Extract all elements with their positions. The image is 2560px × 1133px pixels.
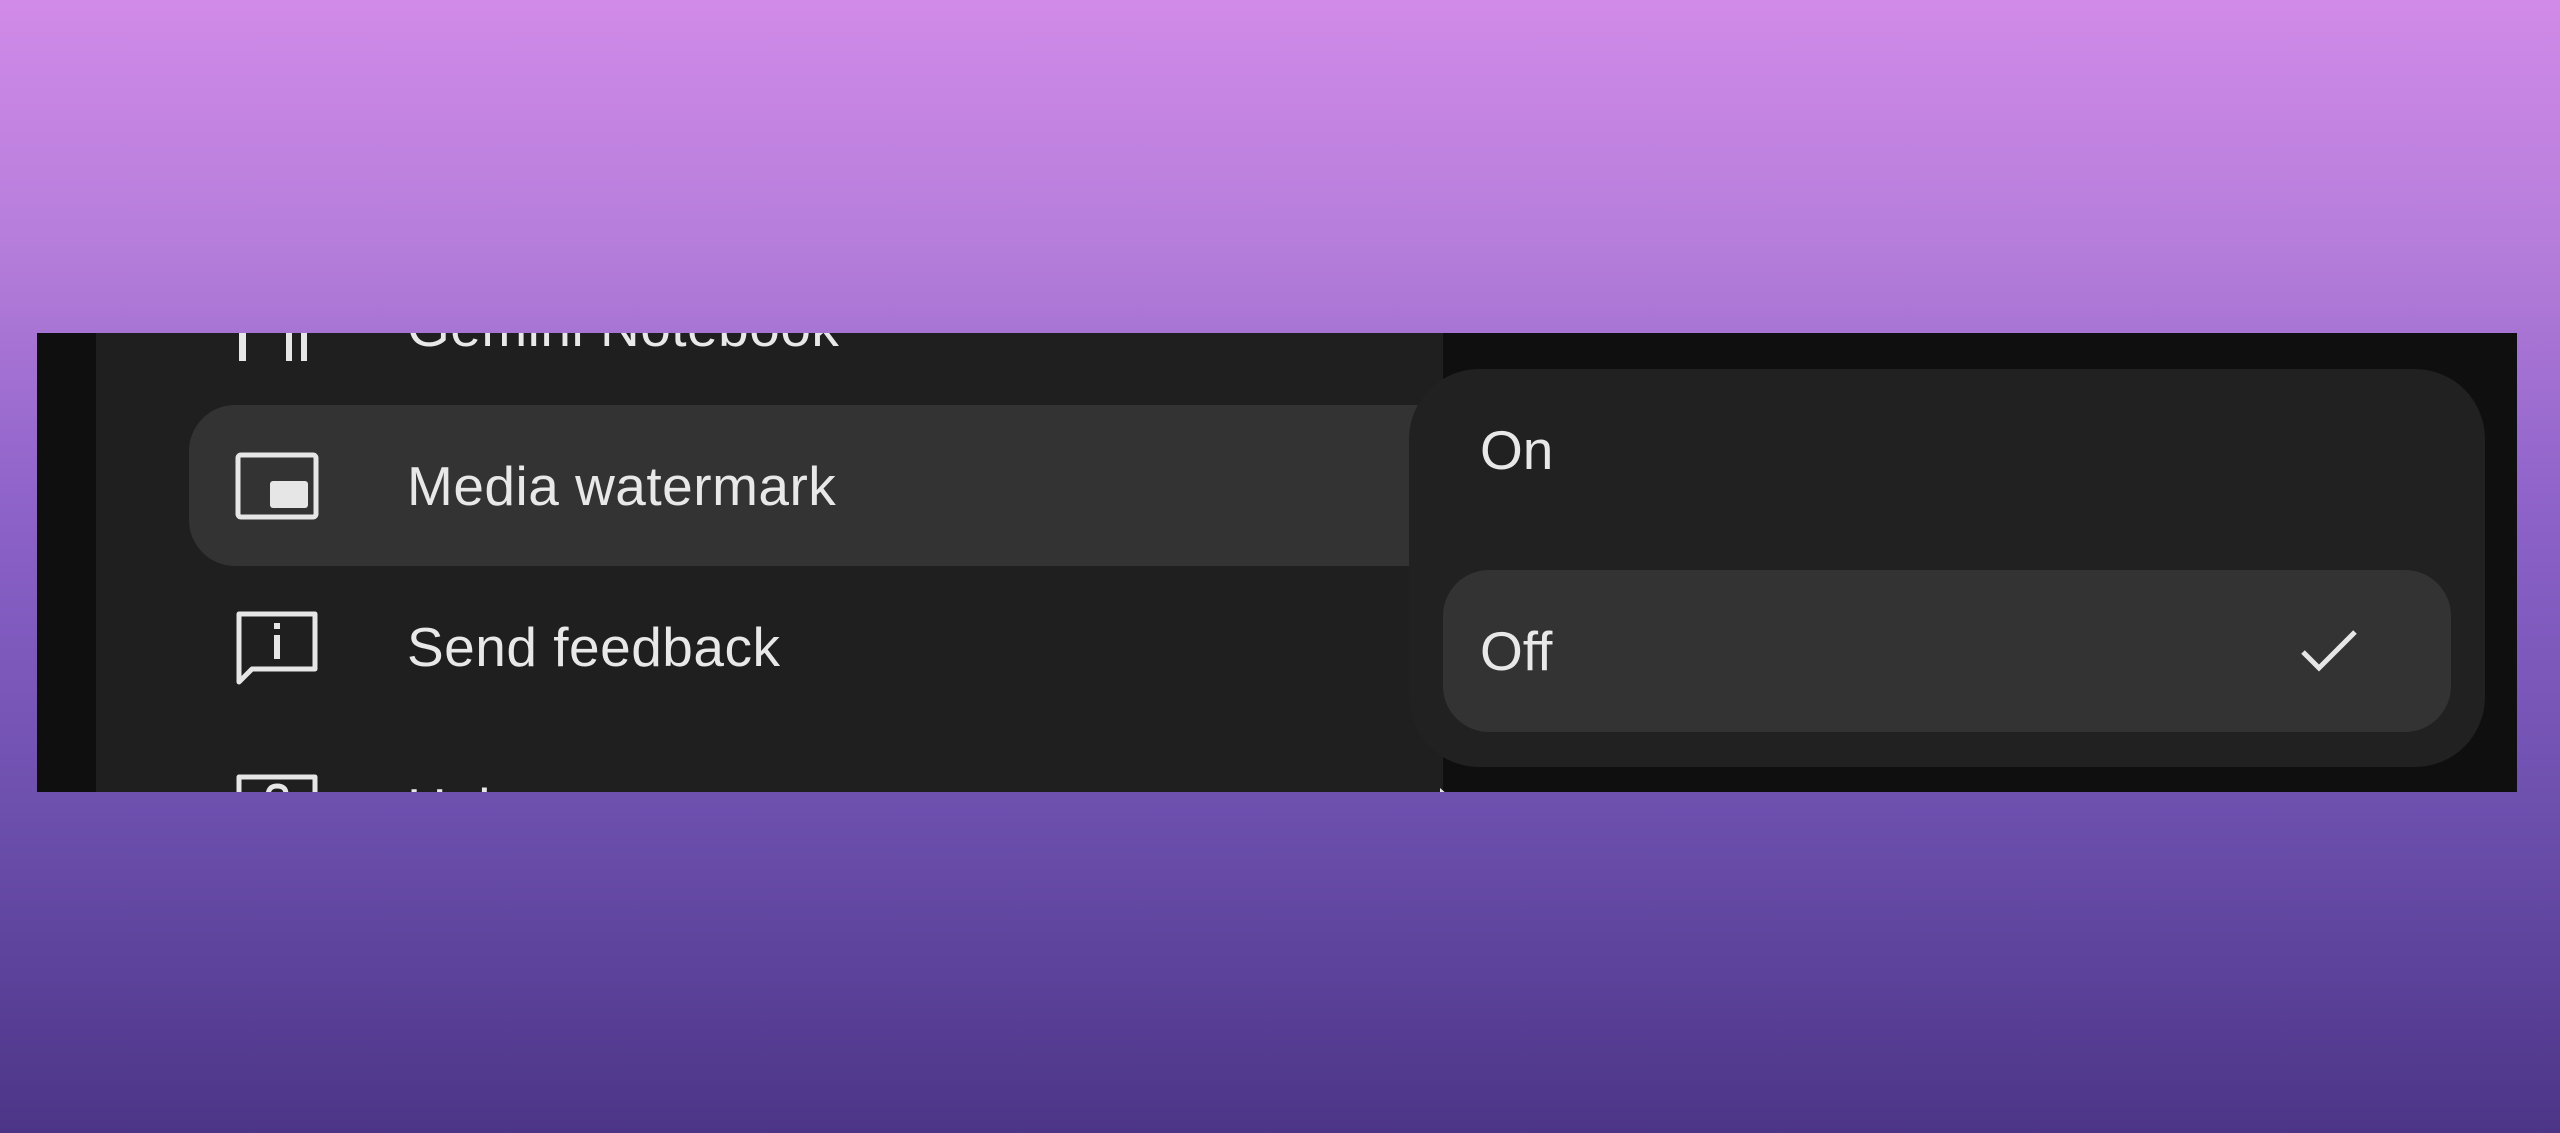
option-off[interactable]: Off <box>1443 570 2451 732</box>
menu-item-label: Help <box>407 776 522 793</box>
help-icon <box>236 774 318 792</box>
feedback-icon <box>236 611 318 684</box>
option-on[interactable]: On <box>1443 369 2451 531</box>
menu-item-send-feedback[interactable]: Send feedback <box>189 566 1464 727</box>
option-label: On <box>1480 419 1554 481</box>
checkmark-icon <box>2301 630 2357 672</box>
option-label: Off <box>1480 620 1553 682</box>
menu-item-gemini-notebook[interactable]: Gemini Notebook <box>189 333 1464 407</box>
notebook-icon <box>239 333 307 361</box>
menu-item-label: Gemini Notebook <box>407 333 839 359</box>
media-watermark-submenu: On Off <box>1409 369 2485 767</box>
menu-item-media-watermark[interactable]: Media watermark <box>189 405 1464 566</box>
app-window: Gemini Notebook Media watermark Send fee… <box>37 333 2517 792</box>
settings-menu: Gemini Notebook Media watermark Send fee… <box>96 333 1464 792</box>
menu-item-label: Media watermark <box>407 454 837 517</box>
menu-item-help[interactable]: Help <box>189 727 1464 792</box>
picture-in-picture-icon <box>235 452 319 519</box>
chevron-right-icon <box>1440 787 1446 792</box>
menu-item-label: Send feedback <box>407 615 781 678</box>
